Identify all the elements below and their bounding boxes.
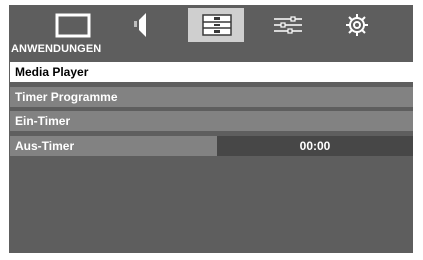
aus-timer-value: 00:00 bbox=[299, 139, 331, 153]
menu-item-media-player[interactable]: Media Player bbox=[10, 62, 413, 82]
category-tab-bar bbox=[9, 5, 413, 45]
menu-item-label: Media Player bbox=[15, 65, 89, 79]
tab-sound[interactable] bbox=[113, 8, 169, 42]
tab-applications[interactable] bbox=[188, 8, 244, 42]
menu-item-aus-timer[interactable]: Aus-Timer 00:00 bbox=[10, 136, 413, 156]
picture-icon bbox=[55, 13, 91, 38]
menu-item-ein-timer[interactable]: Ein-Timer bbox=[10, 111, 413, 131]
tab-picture[interactable] bbox=[45, 8, 101, 42]
menu-item-timer-programme[interactable]: Timer Programme bbox=[10, 87, 413, 107]
sound-icon bbox=[134, 13, 146, 37]
menu-item-label: Timer Programme bbox=[15, 90, 118, 104]
gear-icon bbox=[346, 14, 368, 36]
aus-timer-value-box[interactable]: 00:00 bbox=[217, 136, 413, 156]
tab-settings[interactable] bbox=[260, 8, 316, 42]
section-title: ANWENDUNGEN bbox=[11, 43, 102, 55]
menu-item-label: Aus-Timer bbox=[15, 139, 75, 153]
tab-setup[interactable] bbox=[329, 8, 385, 42]
settings-sliders-icon bbox=[274, 16, 302, 34]
applications-icon bbox=[202, 14, 232, 36]
osd-menu-panel: ANWENDUNGEN Media Player Timer Programme… bbox=[9, 5, 413, 253]
menu-item-label: Ein-Timer bbox=[15, 114, 71, 128]
